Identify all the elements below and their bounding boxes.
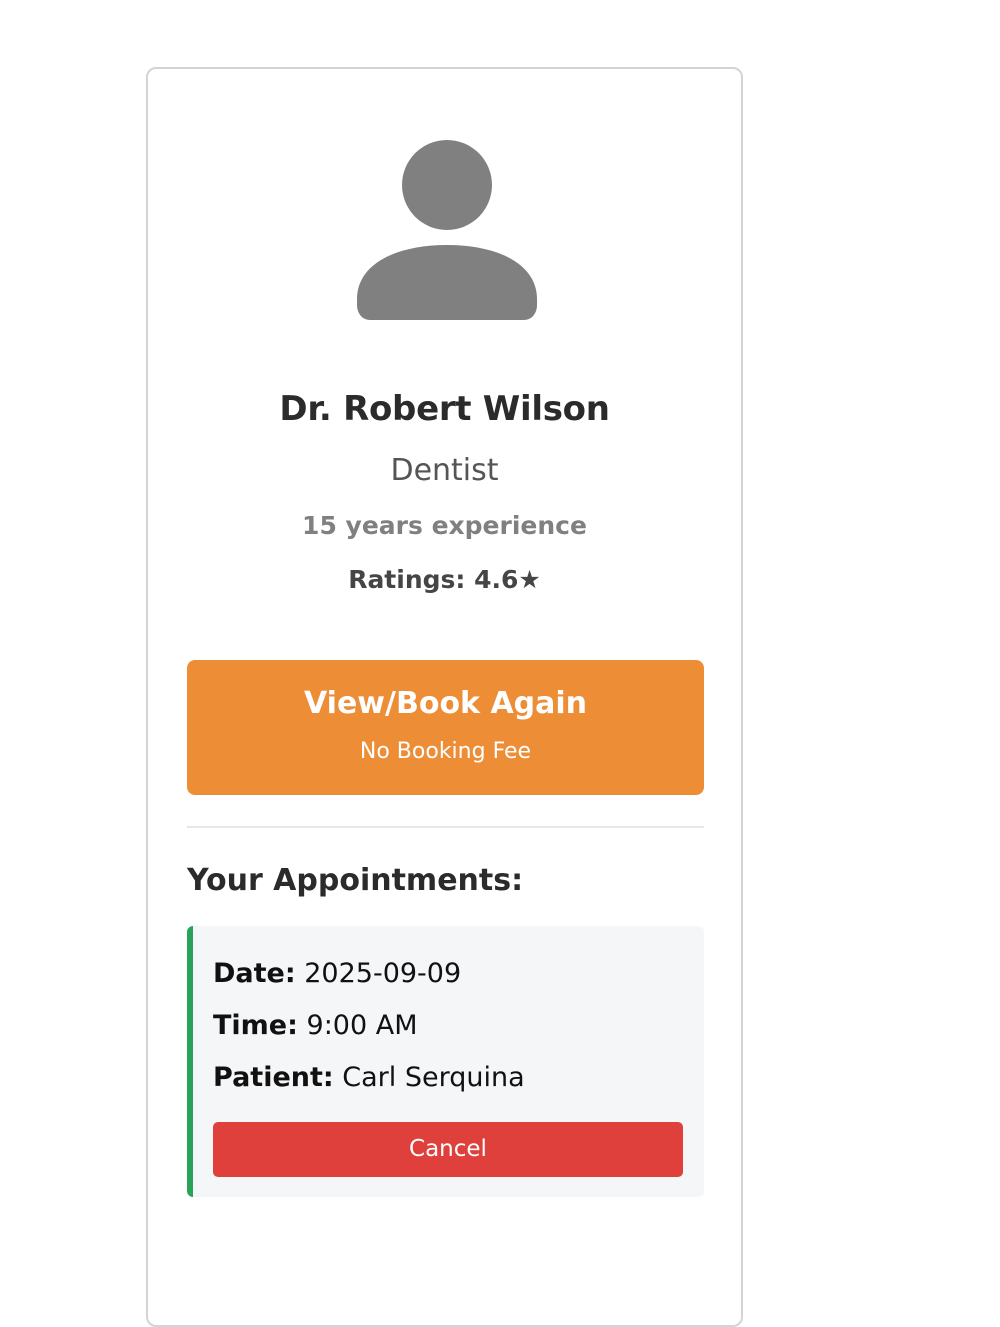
appointment-card: Date: 2025-09-09 Time: 9:00 AM Patient: … [187,926,704,1197]
appointment-patient: Patient: Carl Serquina [213,1062,525,1093]
appointments-heading: Your Appointments: [187,863,524,898]
cancel-button[interactable]: Cancel [213,1122,683,1177]
appointment-time: Time: 9:00 AM [213,1010,418,1041]
date-value: 2025-09-09 [304,958,462,989]
appointment-date: Date: 2025-09-09 [213,958,461,989]
patient-value: Carl Serquina [342,1062,525,1093]
doctor-name: Dr. Robert Wilson [279,389,610,429]
time-value: 9:00 AM [306,1010,418,1041]
doctor-card: Dr. Robert Wilson Dentist 15 years exper… [146,67,743,1327]
book-button-label: View/Book Again [303,686,588,721]
doctor-experience: 15 years experience [302,511,587,540]
patient-label: Patient: [213,1062,334,1093]
doctor-rating: Ratings: 4.6★ [348,565,541,594]
book-button-sublabel: No Booking Fee [359,739,532,764]
divider [187,826,704,828]
date-label: Date: [213,958,296,989]
person-silhouette-icon [356,139,538,321]
time-label: Time: [213,1010,298,1041]
doctor-specialty: Dentist [390,453,499,488]
view-book-again-button[interactable]: View/Book Again No Booking Fee [187,660,704,795]
